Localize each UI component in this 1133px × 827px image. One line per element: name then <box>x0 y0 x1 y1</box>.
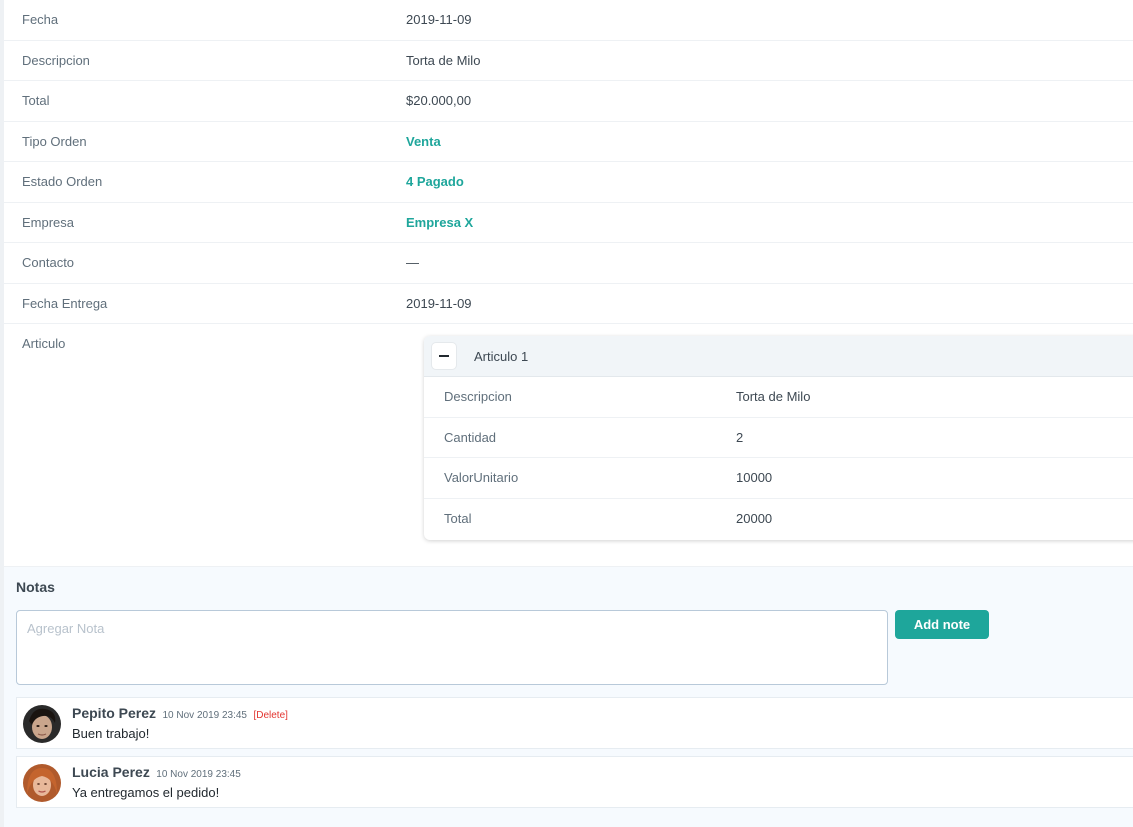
avatar <box>23 705 61 743</box>
detail-row-fecha: Fecha 2019-11-09 <box>4 0 1133 41</box>
notes-title: Notas <box>16 579 55 595</box>
note-timestamp: 10 Nov 2019 23:45 <box>156 769 241 780</box>
articulo-card-title: Articulo 1 <box>474 348 529 364</box>
notes-section: Notas Add note Pepito Perez 10 Nov 2019 … <box>4 566 1133 827</box>
articulo-row-valor-unitario: ValorUnitario 10000 <box>424 458 1133 499</box>
detail-label: Estado Orden <box>22 174 103 190</box>
detail-row-descripcion: Descripcion Torta de Milo <box>4 41 1133 81</box>
articulo-row-descripcion: Descripcion Torta de Milo <box>424 377 1133 418</box>
empresa-link[interactable]: Empresa X <box>406 215 473 230</box>
detail-row-contacto: Contacto — <box>4 243 1133 284</box>
detail-label: Descripcion <box>22 52 90 68</box>
note-header: Pepito Perez 10 Nov 2019 23:45 [Delete] <box>72 705 288 723</box>
note-input[interactable] <box>16 610 888 685</box>
note-item: Lucia Perez 10 Nov 2019 23:45 Ya entrega… <box>16 756 1133 808</box>
note-author: Lucia Perez <box>72 764 150 780</box>
add-note-button[interactable]: Add note <box>895 610 989 639</box>
detail-value: 2019-11-09 <box>406 295 472 311</box>
articulo-label: Articulo <box>22 336 66 351</box>
detail-row-estado-orden: Estado Orden 4 Pagado <box>4 162 1133 203</box>
note-timestamp: 10 Nov 2019 23:45 <box>162 710 247 721</box>
articulo-field-label: ValorUnitario <box>444 470 519 486</box>
articulo-field-value: 2 <box>736 429 744 445</box>
detail-row-total: Total $20.000,00 <box>4 81 1133 122</box>
detail-row-fecha-entrega: Fecha Entrega 2019-11-09 <box>4 284 1133 324</box>
articulo-field-value: 20000 <box>736 511 773 527</box>
articulo-row-total: Total 20000 <box>424 499 1133 540</box>
order-details: Fecha 2019-11-09 Descripcion Torta de Mi… <box>4 0 1133 324</box>
note-header: Lucia Perez 10 Nov 2019 23:45 <box>72 764 241 782</box>
detail-value: $20.000,00 <box>406 93 472 109</box>
collapse-button[interactable] <box>432 343 456 369</box>
delete-note-link[interactable]: [Delete] <box>253 710 287 721</box>
articulo-field-label: Total <box>444 511 472 527</box>
tipo-orden-link[interactable]: Venta <box>406 134 441 149</box>
note-item: Pepito Perez 10 Nov 2019 23:45 [Delete] … <box>16 697 1133 749</box>
minus-icon <box>439 355 449 357</box>
detail-label: Tipo Orden <box>22 133 87 149</box>
articulo-card: Articulo 1 Descripcion Torta de Milo Can… <box>424 336 1133 540</box>
detail-value: Torta de Milo <box>406 52 481 68</box>
note-text: Ya entregamos el pedido! <box>72 785 220 800</box>
articulo-field-value: 10000 <box>736 470 773 486</box>
articulo-field-label: Cantidad <box>444 429 497 445</box>
detail-label: Total <box>22 93 50 109</box>
detail-label: Contacto <box>22 255 75 271</box>
detail-value: 2019-11-09 <box>406 12 472 28</box>
detail-row-empresa: Empresa Empresa X <box>4 203 1133 243</box>
note-text: Buen trabajo! <box>72 726 150 741</box>
order-detail-page: Fecha 2019-11-09 Descripcion Torta de Mi… <box>0 0 1133 827</box>
detail-value: — <box>406 255 419 271</box>
articulo-row-cantidad: Cantidad 2 <box>424 418 1133 458</box>
articulo-field-label: Descripcion <box>444 389 512 405</box>
detail-label: Fecha Entrega <box>22 295 108 311</box>
articulo-card-header: Articulo 1 <box>424 336 1133 377</box>
detail-label: Empresa <box>22 214 75 230</box>
note-author: Pepito Perez <box>72 705 157 721</box>
estado-orden-link[interactable]: 4 Pagado <box>406 174 464 189</box>
articulo-field-value: Torta de Milo <box>736 389 811 405</box>
detail-row-tipo-orden: Tipo Orden Venta <box>4 122 1133 162</box>
detail-label: Fecha <box>22 12 59 28</box>
avatar <box>23 764 61 802</box>
articulo-section: Articulo Articulo 1 Descripcion Torta de… <box>4 324 1133 566</box>
